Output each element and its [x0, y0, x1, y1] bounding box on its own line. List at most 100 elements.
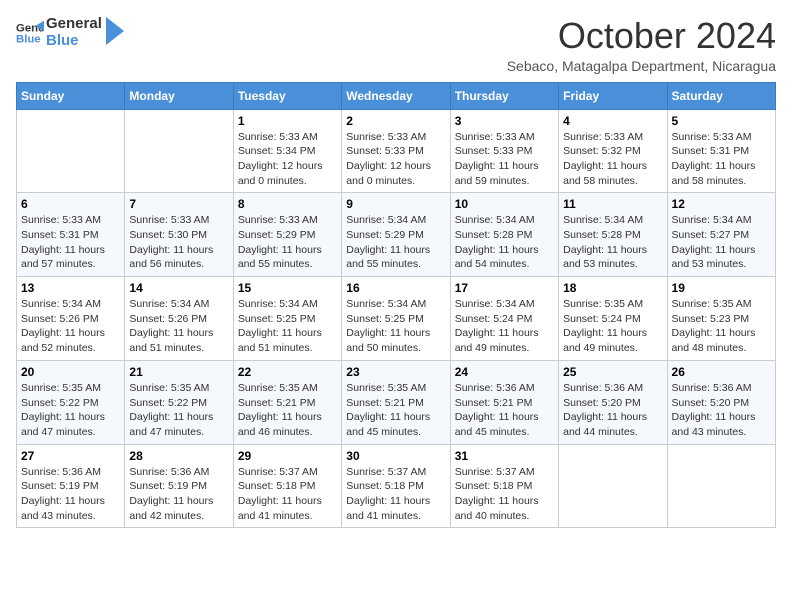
day-info: Sunrise: 5:33 AMSunset: 5:33 PMDaylight:… — [455, 130, 554, 189]
calendar-table: Sunday Monday Tuesday Wednesday Thursday… — [16, 82, 776, 529]
day-info: Sunrise: 5:35 AMSunset: 5:23 PMDaylight:… — [672, 297, 771, 356]
day-info: Sunrise: 5:34 AMSunset: 5:27 PMDaylight:… — [672, 213, 771, 272]
day-info: Sunrise: 5:33 AMSunset: 5:32 PMDaylight:… — [563, 130, 662, 189]
table-row: 4 Sunrise: 5:33 AMSunset: 5:32 PMDaylight… — [559, 109, 667, 193]
day-number: 13 — [21, 281, 120, 295]
header-thursday: Thursday — [450, 82, 558, 109]
day-number: 10 — [455, 197, 554, 211]
day-info: Sunrise: 5:34 AMSunset: 5:28 PMDaylight:… — [563, 213, 662, 272]
table-row: 3 Sunrise: 5:33 AMSunset: 5:33 PMDaylight… — [450, 109, 558, 193]
table-row: 28Sunrise: 5:36 AMSunset: 5:19 PMDayligh… — [125, 444, 233, 528]
day-info: Sunrise: 5:36 AMSunset: 5:20 PMDaylight:… — [563, 381, 662, 440]
title-block: October 2024 Sebaco, Matagalpa Departmen… — [507, 16, 776, 74]
day-number: 4 — [563, 114, 662, 128]
day-number: 12 — [672, 197, 771, 211]
svg-text:Blue: Blue — [16, 33, 41, 45]
header-sunday: Sunday — [17, 82, 125, 109]
day-number: 17 — [455, 281, 554, 295]
logo-icon: General Blue — [16, 19, 44, 47]
table-row: 10 Sunrise: 5:34 AMSunset: 5:28 PMDayligh… — [450, 193, 558, 277]
table-row: 11 Sunrise: 5:34 AMSunset: 5:28 PMDayligh… — [559, 193, 667, 277]
day-number: 29 — [238, 449, 337, 463]
table-row: 22Sunrise: 5:35 AMSunset: 5:21 PMDayligh… — [233, 360, 341, 444]
day-info: Sunrise: 5:36 AMSunset: 5:21 PMDaylight:… — [455, 381, 554, 440]
table-row — [17, 109, 125, 193]
day-number: 30 — [346, 449, 445, 463]
day-number: 24 — [455, 365, 554, 379]
day-info: Sunrise: 5:33 AMSunset: 5:34 PMDaylight:… — [238, 130, 337, 189]
header-monday: Monday — [125, 82, 233, 109]
day-info: Sunrise: 5:34 AMSunset: 5:29 PMDaylight:… — [346, 213, 445, 272]
day-number: 21 — [129, 365, 228, 379]
table-row: 30 Sunrise: 5:37 AMSunset: 5:18 PMDayligh… — [342, 444, 450, 528]
table-row: 9 Sunrise: 5:34 AMSunset: 5:29 PMDaylight… — [342, 193, 450, 277]
day-number: 8 — [238, 197, 337, 211]
day-info: Sunrise: 5:36 AMSunset: 5:19 PMDaylight:… — [129, 465, 228, 524]
table-row: 23Sunrise: 5:35 AMSunset: 5:21 PMDayligh… — [342, 360, 450, 444]
day-number: 11 — [563, 197, 662, 211]
table-row: 13 Sunrise: 5:34 AMSunset: 5:26 PMDayligh… — [17, 277, 125, 361]
logo-chevron-icon — [106, 17, 124, 45]
day-number: 18 — [563, 281, 662, 295]
table-row: 7 Sunrise: 5:33 AMSunset: 5:30 PMDaylight… — [125, 193, 233, 277]
day-info: Sunrise: 5:35 AMSunset: 5:24 PMDaylight:… — [563, 297, 662, 356]
day-number: 26 — [672, 365, 771, 379]
table-row: 8Sunrise: 5:33 AMSunset: 5:29 PMDaylight… — [233, 193, 341, 277]
header-saturday: Saturday — [667, 82, 775, 109]
calendar-header-row: Sunday Monday Tuesday Wednesday Thursday… — [17, 82, 776, 109]
calendar-week-row: 27Sunrise: 5:36 AMSunset: 5:19 PMDayligh… — [17, 444, 776, 528]
day-number: 1 — [238, 114, 337, 128]
day-number: 19 — [672, 281, 771, 295]
table-row: 29Sunrise: 5:37 AMSunset: 5:18 PMDayligh… — [233, 444, 341, 528]
day-info: Sunrise: 5:34 AMSunset: 5:26 PMDaylight:… — [21, 297, 120, 356]
day-number: 7 — [129, 197, 228, 211]
day-number: 20 — [21, 365, 120, 379]
table-row: 20 Sunrise: 5:35 AMSunset: 5:22 PMDayligh… — [17, 360, 125, 444]
day-number: 25 — [563, 365, 662, 379]
table-row: 15 Sunrise: 5:34 AMSunset: 5:25 PMDayligh… — [233, 277, 341, 361]
day-info: Sunrise: 5:36 AMSunset: 5:20 PMDaylight:… — [672, 381, 771, 440]
table-row: 12 Sunrise: 5:34 AMSunset: 5:27 PMDayligh… — [667, 193, 775, 277]
day-info: Sunrise: 5:37 AMSunset: 5:18 PMDaylight:… — [455, 465, 554, 524]
logo-blue: Blue — [46, 32, 79, 49]
calendar-week-row: 6Sunrise: 5:33 AMSunset: 5:31 PMDaylight… — [17, 193, 776, 277]
table-row: 17 Sunrise: 5:34 AMSunset: 5:24 PMDayligh… — [450, 277, 558, 361]
table-row: 25 Sunrise: 5:36 AMSunset: 5:20 PMDayligh… — [559, 360, 667, 444]
header-tuesday: Tuesday — [233, 82, 341, 109]
table-row — [559, 444, 667, 528]
day-info: Sunrise: 5:36 AMSunset: 5:19 PMDaylight:… — [21, 465, 120, 524]
table-row: 2Sunrise: 5:33 AMSunset: 5:33 PMDaylight… — [342, 109, 450, 193]
day-info: Sunrise: 5:37 AMSunset: 5:18 PMDaylight:… — [346, 465, 445, 524]
day-info: Sunrise: 5:34 AMSunset: 5:28 PMDaylight:… — [455, 213, 554, 272]
day-info: Sunrise: 5:33 AMSunset: 5:30 PMDaylight:… — [129, 213, 228, 272]
day-number: 22 — [238, 365, 337, 379]
table-row: 14Sunrise: 5:34 AMSunset: 5:26 PMDayligh… — [125, 277, 233, 361]
day-info: Sunrise: 5:33 AMSunset: 5:31 PMDaylight:… — [672, 130, 771, 189]
day-info: Sunrise: 5:35 AMSunset: 5:22 PMDaylight:… — [21, 381, 120, 440]
table-row: 18 Sunrise: 5:35 AMSunset: 5:24 PMDayligh… — [559, 277, 667, 361]
table-row: 21Sunrise: 5:35 AMSunset: 5:22 PMDayligh… — [125, 360, 233, 444]
table-row: 5 Sunrise: 5:33 AMSunset: 5:31 PMDaylight… — [667, 109, 775, 193]
day-number: 6 — [21, 197, 120, 211]
day-number: 2 — [346, 114, 445, 128]
day-number: 14 — [129, 281, 228, 295]
day-number: 9 — [346, 197, 445, 211]
table-row — [667, 444, 775, 528]
table-row: 1 Sunrise: 5:33 AMSunset: 5:34 PMDaylight… — [233, 109, 341, 193]
table-row: 24 Sunrise: 5:36 AMSunset: 5:21 PMDayligh… — [450, 360, 558, 444]
day-info: Sunrise: 5:34 AMSunset: 5:24 PMDaylight:… — [455, 297, 554, 356]
day-info: Sunrise: 5:34 AMSunset: 5:25 PMDaylight:… — [238, 297, 337, 356]
day-number: 16 — [346, 281, 445, 295]
table-row: 26 Sunrise: 5:36 AMSunset: 5:20 PMDayligh… — [667, 360, 775, 444]
header-friday: Friday — [559, 82, 667, 109]
table-row: 6Sunrise: 5:33 AMSunset: 5:31 PMDaylight… — [17, 193, 125, 277]
table-row — [125, 109, 233, 193]
table-row: 16Sunrise: 5:34 AMSunset: 5:25 PMDayligh… — [342, 277, 450, 361]
table-row: 27Sunrise: 5:36 AMSunset: 5:19 PMDayligh… — [17, 444, 125, 528]
day-number: 3 — [455, 114, 554, 128]
calendar-week-row: 1 Sunrise: 5:33 AMSunset: 5:34 PMDaylight… — [17, 109, 776, 193]
day-number: 5 — [672, 114, 771, 128]
page-header: General Blue General Blue October 2024 S… — [16, 16, 776, 74]
day-number: 15 — [238, 281, 337, 295]
calendar-week-row: 20 Sunrise: 5:35 AMSunset: 5:22 PMDayligh… — [17, 360, 776, 444]
